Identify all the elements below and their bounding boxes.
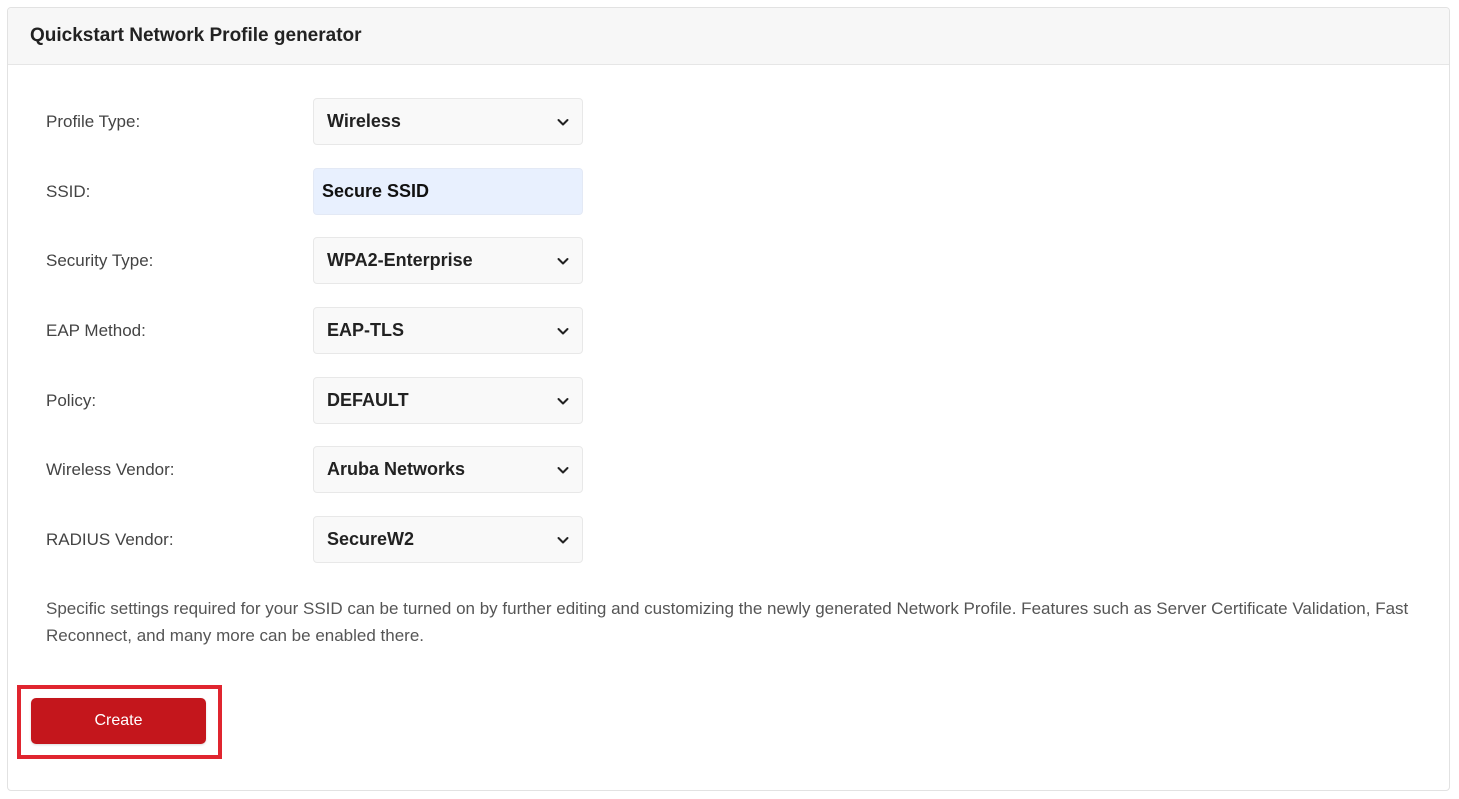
- chevron-down-icon: [556, 394, 570, 408]
- eap-method-row: EAP Method: EAP-TLS: [46, 307, 583, 354]
- ssid-row: SSID:: [46, 168, 583, 215]
- eap-method-select[interactable]: EAP-TLS: [313, 307, 583, 354]
- page-title: Quickstart Network Profile generator: [30, 25, 362, 46]
- profile-type-select[interactable]: Wireless: [313, 98, 583, 145]
- wireless-vendor-label: Wireless Vendor:: [46, 459, 175, 479]
- eap-method-label: EAP Method:: [46, 320, 146, 340]
- eap-method-value: EAP-TLS: [327, 320, 405, 340]
- card-header: Quickstart Network Profile generator: [8, 8, 1449, 65]
- ssid-label: SSID:: [46, 181, 91, 201]
- wireless-vendor-select[interactable]: Aruba Networks: [313, 446, 583, 493]
- radius-vendor-value: SecureW2: [327, 529, 415, 549]
- policy-label: Policy:: [46, 390, 97, 410]
- chevron-down-icon: [556, 115, 570, 129]
- create-button[interactable]: Create: [31, 698, 206, 744]
- radius-vendor-select[interactable]: SecureW2: [313, 516, 583, 563]
- profile-type-value: Wireless: [327, 111, 401, 131]
- radius-vendor-row: RADIUS Vendor: SecureW2: [46, 516, 583, 563]
- security-type-label: Security Type:: [46, 250, 154, 270]
- radius-vendor-label: RADIUS Vendor:: [46, 529, 174, 549]
- wireless-vendor-value: Aruba Networks: [327, 459, 466, 479]
- chevron-down-icon: [556, 533, 570, 547]
- help-text: Specific settings required for your SSID…: [46, 599, 1409, 645]
- chevron-down-icon: [556, 463, 570, 477]
- chevron-down-icon: [556, 324, 570, 338]
- policy-select[interactable]: DEFAULT: [313, 377, 583, 424]
- policy-value: DEFAULT: [327, 390, 409, 410]
- chevron-down-icon: [556, 254, 570, 268]
- profile-type-label: Profile Type:: [46, 111, 141, 131]
- policy-row: Policy: DEFAULT: [46, 377, 583, 424]
- security-type-row: Security Type: WPA2-Enterprise: [46, 237, 583, 284]
- ssid-input[interactable]: [313, 168, 583, 215]
- profile-generator-card: Quickstart Network Profile generator Pro…: [7, 7, 1450, 791]
- security-type-value: WPA2-Enterprise: [327, 250, 473, 270]
- wireless-vendor-row: Wireless Vendor: Aruba Networks: [46, 446, 583, 493]
- profile-type-row: Profile Type: Wireless: [46, 98, 583, 145]
- security-type-select[interactable]: WPA2-Enterprise: [313, 237, 583, 284]
